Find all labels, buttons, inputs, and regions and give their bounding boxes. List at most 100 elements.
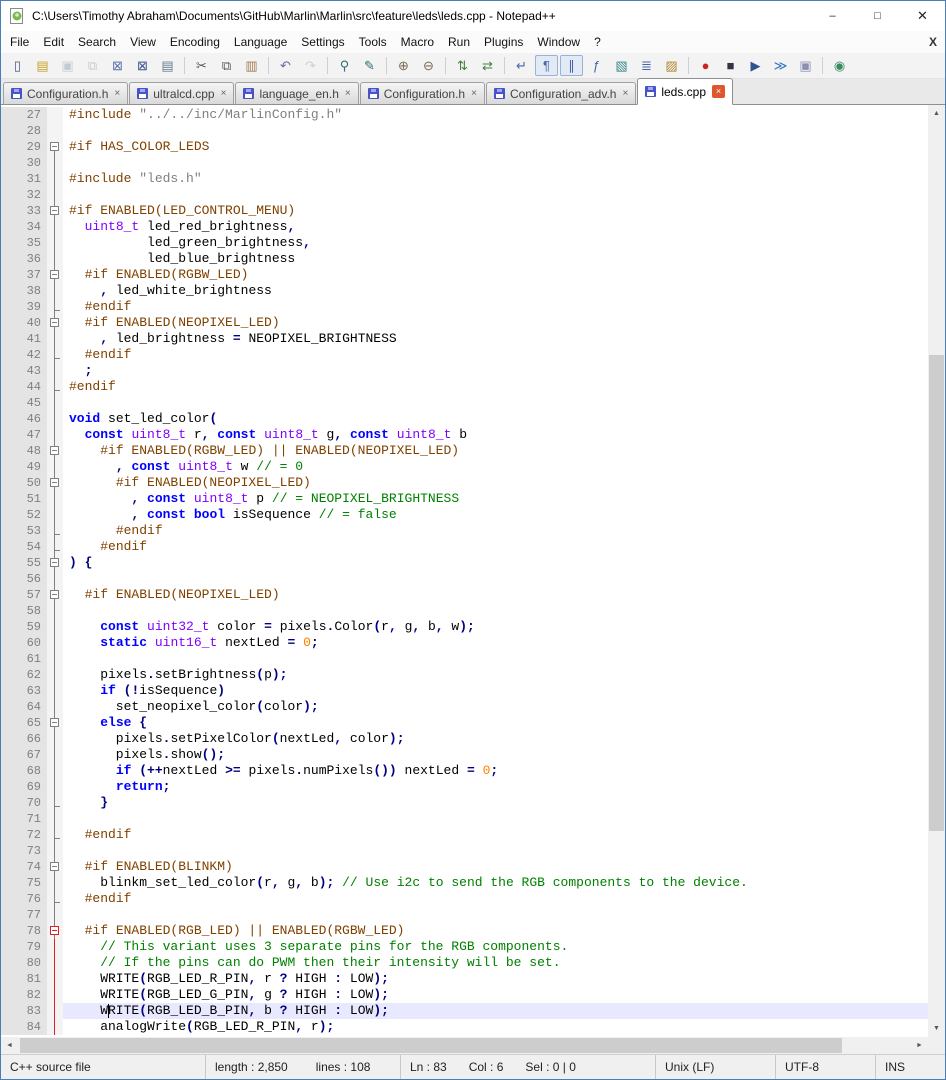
code-text[interactable]: #if ENABLED(NEOPIXEL_LED) — [63, 475, 928, 491]
line-number[interactable]: 37 — [1, 267, 47, 283]
tab-Configuration_adv.h[interactable]: Configuration_adv.h × — [485, 82, 637, 104]
line-number[interactable]: 38 — [1, 283, 47, 299]
line-number[interactable]: 47 — [1, 427, 47, 443]
menu-language[interactable]: Language — [227, 32, 294, 52]
code-text[interactable]: // If the pins can do PWM then their int… — [63, 955, 928, 971]
replace-icon[interactable]: ✎ — [358, 55, 381, 76]
line-number[interactable]: 49 — [1, 459, 47, 475]
copy-icon[interactable]: ⧉ — [215, 55, 238, 76]
tab-language_en.h[interactable]: language_en.h × — [235, 82, 359, 104]
scroll-left-icon[interactable]: ◄ — [1, 1037, 18, 1054]
line-number[interactable]: 43 — [1, 363, 47, 379]
line-number[interactable]: 76 — [1, 891, 47, 907]
code-text[interactable] — [63, 123, 928, 139]
scroll-up-icon[interactable]: ▲ — [928, 105, 945, 122]
line-number[interactable]: 40 — [1, 315, 47, 331]
line-number[interactable]: 39 — [1, 299, 47, 315]
code-text[interactable] — [63, 155, 928, 171]
code-text[interactable] — [63, 651, 928, 667]
tab-Configuration.h[interactable]: Configuration.h × — [359, 82, 485, 104]
code-text[interactable] — [63, 811, 928, 827]
line-number[interactable]: 56 — [1, 571, 47, 587]
undo-icon[interactable]: ↶ — [274, 55, 297, 76]
line-number[interactable]: 83 — [1, 1003, 47, 1019]
tab-leds.cpp[interactable]: leds.cpp × — [637, 78, 734, 105]
line-number[interactable]: 63 — [1, 683, 47, 699]
vertical-scroll-thumb[interactable] — [929, 355, 944, 832]
code-text[interactable]: #endif — [63, 299, 928, 315]
sync-vertical-icon[interactable]: ⇅ — [451, 55, 474, 76]
line-number[interactable]: 28 — [1, 123, 47, 139]
fold-collapse-icon[interactable] — [50, 142, 59, 151]
tab-Configuration.h[interactable]: Configuration.h × — [3, 82, 129, 104]
line-number[interactable]: 77 — [1, 907, 47, 923]
line-number[interactable]: 67 — [1, 747, 47, 763]
code-text[interactable]: pixels.show(); — [63, 747, 928, 763]
fold-collapse-icon[interactable] — [50, 862, 59, 871]
menu-settings[interactable]: Settings — [294, 32, 351, 52]
menu-plugins[interactable]: Plugins — [477, 32, 530, 52]
code-text[interactable]: ) { — [63, 555, 928, 571]
line-number[interactable]: 44 — [1, 379, 47, 395]
code-text[interactable] — [63, 603, 928, 619]
horizontal-scroll-thumb[interactable] — [20, 1038, 842, 1053]
code-text[interactable]: pixels.setBrightness(p); — [63, 667, 928, 683]
find-icon[interactable]: ⚲ — [333, 55, 356, 76]
line-number[interactable]: 55 — [1, 555, 47, 571]
line-number[interactable]: 71 — [1, 811, 47, 827]
menu-help[interactable]: ? — [587, 32, 608, 52]
code-text[interactable]: #if ENABLED(BLINKM) — [63, 859, 928, 875]
code-text[interactable]: return; — [63, 779, 928, 795]
horizontal-scrollbar[interactable]: ◄ ► — [1, 1037, 928, 1054]
code-editor[interactable]: 27 #include "../../inc/MarlinConfig.h" 28 2… — [1, 105, 928, 1037]
record-macro-icon[interactable]: ● — [694, 55, 717, 76]
tab-close-icon[interactable]: × — [471, 88, 477, 99]
code-text[interactable]: ; — [63, 363, 928, 379]
word-wrap-icon[interactable]: ↵ — [510, 55, 533, 76]
code-text[interactable]: #if ENABLED(RGB_LED) || ENABLED(RGBW_LED… — [63, 923, 928, 939]
save-all-icon[interactable]: ⧉ — [81, 55, 104, 76]
close-file-icon[interactable]: ⊠ — [106, 55, 129, 76]
code-text[interactable]: #endif — [63, 523, 928, 539]
code-text[interactable]: #if ENABLED(LED_CONTROL_MENU) — [63, 203, 928, 219]
line-number[interactable]: 33 — [1, 203, 47, 219]
line-number[interactable]: 84 — [1, 1019, 47, 1035]
folder-workspace-icon[interactable]: ▨ — [660, 55, 683, 76]
code-text[interactable] — [63, 571, 928, 587]
doc-map-icon[interactable]: ▧ — [610, 55, 633, 76]
redo-icon[interactable]: ↷ — [299, 55, 322, 76]
tab-close-icon[interactable]: × — [114, 88, 120, 99]
line-number[interactable]: 74 — [1, 859, 47, 875]
doc-list-icon[interactable]: ≣ — [635, 55, 658, 76]
line-number[interactable]: 59 — [1, 619, 47, 635]
line-number[interactable]: 65 — [1, 715, 47, 731]
fold-collapse-icon[interactable] — [50, 446, 59, 455]
line-number[interactable]: 54 — [1, 539, 47, 555]
tab-close-icon[interactable]: × — [622, 88, 628, 99]
vertical-scrollbar[interactable]: ▲ ▼ — [928, 105, 945, 1037]
tab-ultralcd.cpp[interactable]: ultralcd.cpp × — [129, 82, 235, 104]
code-text[interactable]: uint8_t led_red_brightness, — [63, 219, 928, 235]
code-text[interactable]: #endif — [63, 827, 928, 843]
code-text[interactable]: , const bool isSequence // = false — [63, 507, 928, 523]
code-text[interactable] — [63, 907, 928, 923]
fold-collapse-icon[interactable] — [50, 558, 59, 567]
line-number[interactable]: 78 — [1, 923, 47, 939]
line-number[interactable]: 27 — [1, 107, 47, 123]
line-number[interactable]: 46 — [1, 411, 47, 427]
line-number[interactable]: 81 — [1, 971, 47, 987]
fold-collapse-icon[interactable] — [50, 590, 59, 599]
zoom-out-icon[interactable]: ⊖ — [417, 55, 440, 76]
fold-collapse-icon[interactable] — [50, 318, 59, 327]
line-number[interactable]: 80 — [1, 955, 47, 971]
line-number[interactable]: 68 — [1, 763, 47, 779]
line-number[interactable]: 82 — [1, 987, 47, 1003]
code-text[interactable]: #endif — [63, 891, 928, 907]
line-number[interactable]: 72 — [1, 827, 47, 843]
menu-view[interactable]: View — [123, 32, 163, 52]
line-number[interactable]: 73 — [1, 843, 47, 859]
notepadpp-app-icon[interactable] — [9, 8, 25, 24]
code-text[interactable]: pixels.setPixelColor(nextLed, color); — [63, 731, 928, 747]
line-number[interactable]: 41 — [1, 331, 47, 347]
menu-tools[interactable]: Tools — [352, 32, 394, 52]
